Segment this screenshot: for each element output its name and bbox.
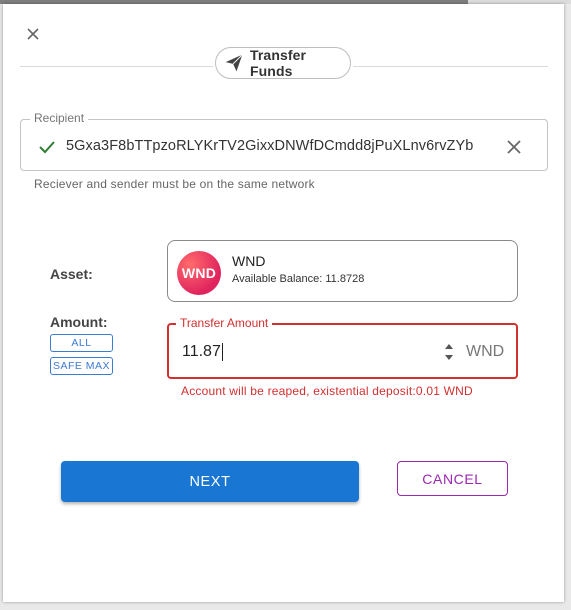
close-button[interactable]	[21, 22, 45, 46]
wnd-token-icon: WND	[177, 251, 221, 295]
recipient-address-input[interactable]: 5Gxa3F8bTTpzoRLYKrTV2GixxDNWfDCmdd8jPuXL…	[66, 138, 473, 154]
next-button[interactable]: NEXT	[61, 461, 359, 502]
title-divider-left	[20, 66, 213, 67]
all-button[interactable]: ALL	[50, 334, 113, 352]
check-icon	[36, 136, 58, 158]
amount-unit: WND	[466, 343, 505, 360]
asset-balance: Available Balance: 11.8728	[232, 273, 365, 285]
close-icon	[27, 28, 39, 40]
dialog-title-chip: Transfer Funds	[215, 47, 351, 79]
amount-label: Amount:	[50, 314, 108, 330]
recipient-legend: Recipient	[30, 111, 89, 125]
number-spinner-icon[interactable]	[443, 341, 455, 363]
asset-label: Asset:	[50, 266, 93, 282]
dialog-title: Transfer Funds	[250, 47, 307, 79]
clear-recipient-icon[interactable]	[502, 135, 526, 159]
transfer-amount-legend: Transfer Amount	[176, 316, 273, 330]
safe-max-button[interactable]: SAFE MAX	[50, 357, 113, 375]
send-plane-icon	[224, 53, 244, 73]
amount-value-text: 11.87	[182, 343, 221, 361]
cancel-button[interactable]: CANCEL	[397, 461, 508, 496]
text-caret	[221, 343, 223, 361]
recipient-helper-text: Reciever and sender must be on the same …	[34, 177, 315, 191]
asset-selector[interactable]: WND WND Available Balance: 11.8728	[167, 240, 518, 302]
transfer-dialog: Transfer Funds Recipient 5Gxa3F8bTTpzoRL…	[3, 4, 564, 602]
asset-name: WND	[232, 253, 266, 269]
transfer-amount-input[interactable]: 11.87	[182, 343, 223, 361]
amount-error-text: Account will be reaped, existential depo…	[181, 384, 473, 398]
title-divider-right	[353, 66, 548, 67]
